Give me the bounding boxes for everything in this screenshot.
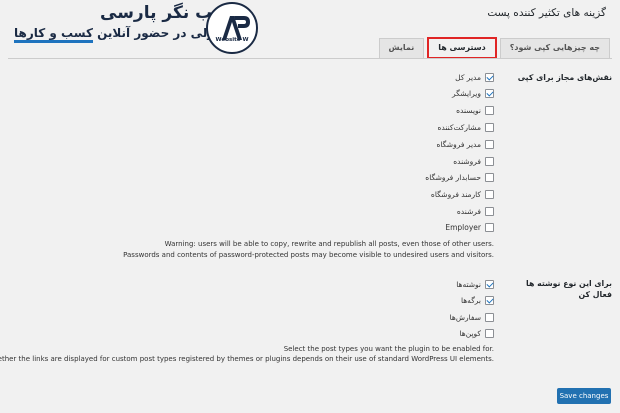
- role-option[interactable]: فرشنده: [457, 206, 494, 217]
- post-types-note: Select the post types you want the plugi…: [283, 345, 494, 353]
- checkbox[interactable]: [485, 106, 494, 115]
- logo-badge-text: Website W: [215, 37, 249, 43]
- post-types-note-detail: Whether the links are displayed for cust…: [0, 355, 494, 363]
- checkbox[interactable]: [485, 296, 494, 305]
- post-type-option[interactable]: سفارش‌ها: [450, 312, 494, 323]
- tab-permissions[interactable]: دسترسی ها: [427, 37, 497, 59]
- settings-tabs: چه چیزهایی کپی شود؟ دسترسی ها نمایش: [378, 37, 610, 59]
- checkbox[interactable]: [485, 173, 494, 182]
- roles-warning: Warning: users will be able to copy, rew…: [164, 240, 494, 248]
- checkbox[interactable]: [485, 207, 494, 216]
- role-option[interactable]: کارمند فروشگاه: [431, 189, 494, 200]
- role-option[interactable]: فروشنده: [453, 156, 494, 167]
- checkbox[interactable]: [485, 73, 494, 82]
- role-option[interactable]: مدیر فروشگاه: [436, 139, 494, 150]
- checkbox[interactable]: [485, 140, 494, 149]
- logo-title: وب نگر پارسی: [100, 3, 223, 23]
- logo-subtitle: تحولی در حضور آنلاین کسب و کارها: [14, 26, 228, 43]
- role-option[interactable]: مدیر کل: [455, 72, 494, 83]
- checkbox[interactable]: [485, 89, 494, 98]
- checkbox[interactable]: [485, 157, 494, 166]
- checkbox[interactable]: [485, 313, 494, 322]
- tab-what-to-copy[interactable]: چه چیزهایی کپی شود؟: [499, 38, 610, 58]
- checkbox[interactable]: [485, 280, 494, 289]
- page-title: گزینه های تکثیر کننده پست: [487, 7, 606, 19]
- save-changes-button[interactable]: Save changes: [557, 388, 611, 404]
- logo-badge-icon: Website W: [206, 2, 258, 54]
- role-option[interactable]: مشارکت‌کننده: [437, 122, 494, 133]
- checkbox[interactable]: [485, 190, 494, 199]
- tab-display[interactable]: نمایش: [378, 38, 425, 58]
- post-types-section-label: برای این نوع نوشته ها فعال کن: [526, 279, 612, 299]
- role-option[interactable]: نویسنده: [456, 105, 494, 116]
- post-type-option[interactable]: نوشته‌ها: [456, 279, 494, 290]
- role-option[interactable]: Employer: [445, 222, 494, 233]
- checkbox[interactable]: [485, 123, 494, 132]
- role-option[interactable]: ویرایشگر: [452, 88, 494, 99]
- site-logo: وب نگر پارسی تحولی در حضور آنلاین کسب و …: [0, 0, 262, 58]
- post-type-option[interactable]: کوپن‌ها: [460, 328, 494, 339]
- tab-divider: [8, 58, 612, 59]
- post-type-option[interactable]: برگه‌ها: [461, 295, 494, 306]
- roles-warning-detail: Passwords and contents of password-prote…: [123, 251, 494, 259]
- roles-section-label: نقش‌های مجاز برای کپی: [517, 73, 612, 82]
- role-option[interactable]: حسابدار فروشگاه: [425, 172, 494, 183]
- checkbox[interactable]: [485, 329, 494, 338]
- checkbox[interactable]: [485, 223, 494, 232]
